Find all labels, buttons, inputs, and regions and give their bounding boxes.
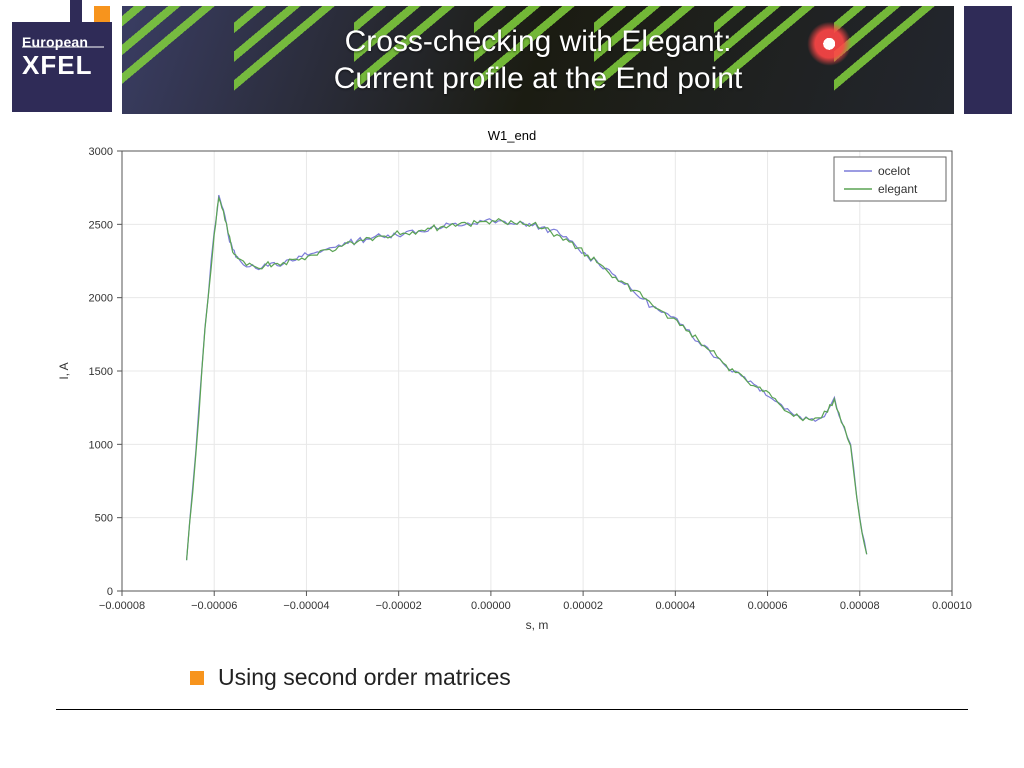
title-banner: European XFEL Cross-checking with Elegan…: [0, 0, 1024, 120]
logo-line2: XFEL: [22, 50, 104, 81]
xfel-logo: European XFEL: [12, 22, 112, 112]
svg-text:I, A: I, A: [57, 362, 71, 379]
svg-text:0.00004: 0.00004: [655, 600, 695, 612]
svg-text:0.00000: 0.00000: [471, 600, 511, 612]
svg-text:1000: 1000: [89, 439, 113, 451]
bullet-text: Using second order matrices: [218, 664, 511, 691]
svg-text:0.00010: 0.00010: [932, 600, 972, 612]
svg-text:−0.00004: −0.00004: [283, 600, 329, 612]
bullet-item: Using second order matrices: [190, 664, 984, 691]
svg-text:s, m: s, m: [526, 618, 549, 632]
svg-text:3000: 3000: [89, 146, 113, 158]
svg-text:−0.00008: −0.00008: [99, 600, 145, 612]
svg-text:0.00002: 0.00002: [563, 600, 603, 612]
svg-text:1500: 1500: [89, 366, 113, 378]
chart-container: W1_end −0.00008 −0.00006 −0.00004 −0.00002 0…: [52, 128, 972, 638]
current-profile-chart: −0.00008 −0.00006 −0.00004 −0.00002 0.00000 0…: [52, 145, 972, 637]
chart-title: W1_end: [52, 128, 972, 143]
slide-title-line1: Cross-checking with Elegant:: [345, 23, 732, 61]
svg-text:2000: 2000: [89, 293, 113, 305]
slide-title: Cross-checking with Elegant: Current pro…: [122, 0, 954, 120]
logo-accent-square: [94, 6, 110, 22]
svg-text:0.00006: 0.00006: [748, 600, 788, 612]
bullet-square-icon: [190, 671, 204, 685]
svg-text:0: 0: [107, 586, 113, 598]
banner-right-block: [964, 6, 1012, 114]
svg-text:ocelot: ocelot: [878, 164, 911, 178]
svg-text:−0.00006: −0.00006: [191, 600, 237, 612]
svg-text:0.00008: 0.00008: [840, 600, 880, 612]
svg-text:elegant: elegant: [878, 182, 918, 196]
svg-text:500: 500: [95, 513, 113, 525]
svg-text:2500: 2500: [89, 219, 113, 231]
svg-text:−0.00002: −0.00002: [376, 600, 422, 612]
slide-title-line2: Current profile at the End point: [334, 60, 743, 98]
logo-accent-line: [70, 0, 82, 22]
slide-body: W1_end −0.00008 −0.00006 −0.00004 −0.00002 0…: [0, 120, 1024, 710]
footer-divider: [56, 709, 968, 710]
